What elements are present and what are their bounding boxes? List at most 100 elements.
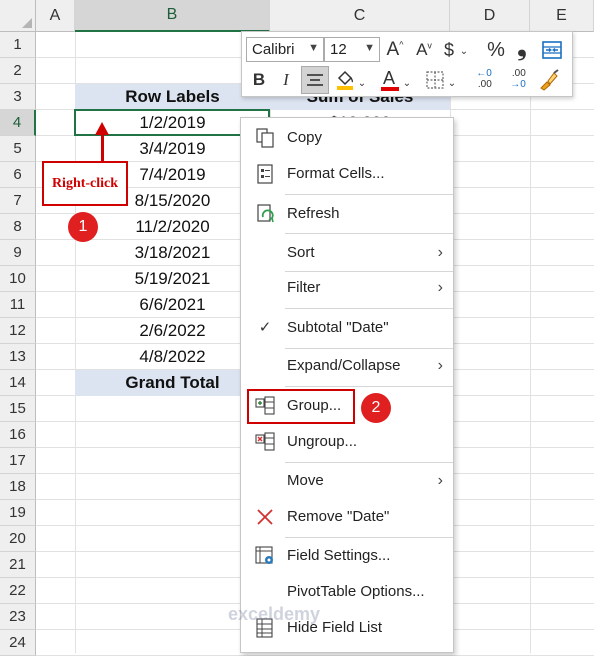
row-header-17[interactable]: 17 — [0, 448, 36, 474]
menu-item-filter[interactable]: Filter › — [241, 271, 453, 305]
chevron-down-icon: ⌄ — [357, 77, 367, 89]
row-header-18[interactable]: 18 — [0, 474, 36, 500]
center-align-button[interactable] — [301, 66, 329, 94]
context-menu: Copy Format Cells... Refresh Sort › Filt… — [240, 117, 454, 653]
menu-item-label: Move — [287, 472, 324, 489]
format-painter-button[interactable] — [536, 67, 562, 93]
row-header-4[interactable]: 4 — [0, 110, 36, 136]
chevron-down-icon: ⌄ — [459, 45, 469, 57]
ungroup-icon — [255, 432, 275, 451]
arrow-line — [101, 133, 104, 161]
menu-item-expand-collapse[interactable]: Expand/Collapse › — [241, 349, 453, 383]
column-header-d[interactable]: D — [450, 0, 530, 32]
menu-item-label: Subtotal "Date" — [287, 319, 389, 336]
format-cells-icon — [257, 164, 273, 184]
menu-item-remove-date[interactable]: Remove "Date" — [241, 500, 453, 534]
borders-button[interactable] — [424, 67, 446, 93]
row-header-23[interactable]: 23 — [0, 604, 36, 630]
remove-x-icon — [257, 509, 273, 525]
menu-item-label: Copy — [287, 129, 323, 146]
row-header-13[interactable]: 13 — [0, 344, 36, 370]
bold-icon: B — [252, 70, 266, 89]
fill-color-button[interactable] — [334, 67, 356, 93]
font-color-button[interactable]: A — [379, 67, 401, 93]
borders-icon — [426, 71, 444, 89]
row-header-7[interactable]: 7 — [0, 188, 36, 214]
menu-item-label: Format Cells... — [287, 165, 385, 182]
fill-color-dropdown[interactable]: ⌄ — [356, 70, 368, 96]
select-all-corner[interactable] — [0, 0, 36, 32]
column-header-a[interactable]: A — [36, 0, 75, 32]
chevron-down-icon: ⌄ — [402, 77, 412, 89]
row-header-6[interactable]: 6 — [0, 162, 36, 188]
menu-item-move[interactable]: Move › — [241, 464, 453, 498]
font-color-dropdown[interactable]: ⌄ — [401, 70, 413, 96]
percent-icon: % — [487, 38, 505, 61]
watermark-logo: exceldemy — [228, 604, 321, 624]
menu-item-subtotal-date[interactable]: ✓ Subtotal "Date" — [241, 311, 453, 345]
percent-style-button[interactable]: % — [484, 37, 508, 63]
currency-format-button[interactable]: $ — [439, 37, 459, 63]
italic-button[interactable]: I — [276, 67, 296, 93]
group-highlight-box — [247, 389, 355, 424]
merge-center-icon — [542, 41, 562, 59]
row-header-1[interactable]: 1 — [0, 32, 36, 58]
menu-item-copy[interactable]: Copy — [241, 121, 453, 155]
comma-style-button[interactable]: ❟ — [512, 34, 532, 61]
menu-item-label: Sort — [287, 244, 315, 261]
font-color-icon: A — [380, 68, 400, 92]
comma-icon: ❟ — [517, 34, 527, 61]
row-header-9[interactable]: 9 — [0, 240, 36, 266]
row-header-22[interactable]: 22 — [0, 578, 36, 604]
decrease-decimal-button[interactable]: .00 →0 — [504, 66, 532, 92]
menu-item-label: Field Settings... — [287, 547, 391, 564]
row-header-10[interactable]: 10 — [0, 266, 36, 292]
decrease-font-size-button[interactable]: Av — [412, 37, 436, 63]
row-header-12[interactable]: 12 — [0, 318, 36, 344]
column-header-b[interactable]: B — [75, 0, 270, 32]
row-header-15[interactable]: 15 — [0, 396, 36, 422]
bold-button[interactable]: B — [248, 67, 270, 93]
menu-item-sort[interactable]: Sort › — [241, 236, 453, 270]
row-header-21[interactable]: 21 — [0, 552, 36, 578]
currency-icon: $ — [443, 39, 454, 60]
decrease-decimal-icon: .00 →0 — [510, 68, 526, 90]
row-header-5[interactable]: 5 — [0, 136, 36, 162]
row-header-16[interactable]: 16 — [0, 422, 36, 448]
row-header-20[interactable]: 20 — [0, 526, 36, 552]
menu-item-label: Remove "Date" — [287, 508, 390, 525]
font-name-combo[interactable]: Calibri ▼ — [246, 37, 324, 62]
menu-item-field-settings[interactable]: Field Settings... — [241, 539, 453, 573]
submenu-arrow-icon: › — [437, 244, 443, 261]
increase-font-size-button[interactable]: A^ — [383, 37, 407, 63]
menu-item-label: Expand/Collapse — [287, 357, 401, 374]
font-size-combo[interactable]: 12 ▼ — [324, 37, 380, 62]
submenu-arrow-icon: › — [437, 279, 443, 296]
menu-item-ungroup[interactable]: Ungroup... — [241, 425, 453, 459]
mini-formatting-toolbar: Calibri ▼ 12 ▼ A^ Av $ ⌄ % ❟ B I ⌄ A ⌄ ⌄… — [241, 31, 573, 97]
chevron-down-icon: ▼ — [364, 42, 375, 54]
column-header-e[interactable]: E — [530, 0, 594, 32]
checkmark-icon: ✓ — [258, 319, 272, 336]
row-header-11[interactable]: 11 — [0, 292, 36, 318]
merge-center-button[interactable] — [540, 37, 564, 63]
row-header-3[interactable]: 3 — [0, 84, 36, 110]
font-size-value: 12 — [330, 41, 347, 58]
align-center-icon — [307, 74, 323, 86]
submenu-arrow-icon: › — [437, 357, 443, 374]
row-header-24[interactable]: 24 — [0, 630, 36, 656]
decrease-font-icon: Av — [416, 40, 432, 59]
increase-decimal-button[interactable]: ←0.00 — [470, 66, 498, 92]
row-header-8[interactable]: 8 — [0, 214, 36, 240]
menu-item-format-cells[interactable]: Format Cells... — [241, 157, 453, 191]
currency-dropdown[interactable]: ⌄ — [458, 38, 470, 64]
row-header-19[interactable]: 19 — [0, 500, 36, 526]
copy-icon — [256, 128, 274, 148]
chevron-down-icon: ⌄ — [447, 77, 457, 89]
column-header-c[interactable]: C — [270, 0, 450, 32]
row-header-14[interactable]: 14 — [0, 370, 36, 396]
menu-item-refresh[interactable]: Refresh — [241, 197, 453, 231]
menu-item-label: Refresh — [287, 205, 340, 222]
row-header-2[interactable]: 2 — [0, 58, 36, 84]
borders-dropdown[interactable]: ⌄ — [446, 70, 458, 96]
